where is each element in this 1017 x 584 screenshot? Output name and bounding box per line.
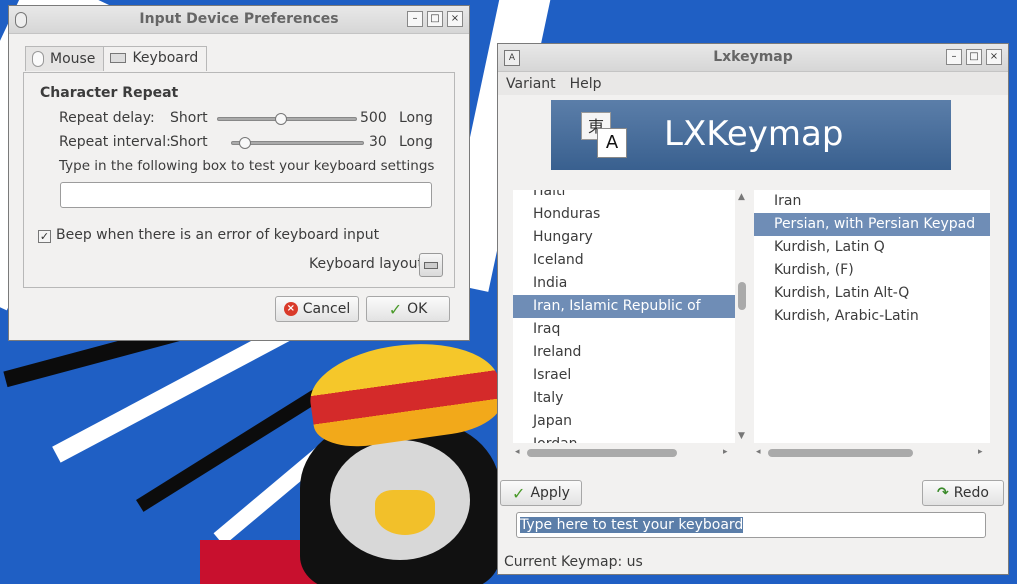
list-item[interactable]: Hungary — [513, 226, 735, 249]
cancel-button[interactable]: × Cancel — [275, 296, 359, 322]
keyboard-layout-button[interactable] — [419, 253, 443, 277]
country-list-vscrollbar[interactable]: ▲ ▼ — [735, 190, 749, 443]
apply-label: Apply — [530, 485, 570, 501]
list-item[interactable]: Persian, with Persian Keypad — [754, 213, 990, 236]
beep-label: Beep when there is an error of keyboard … — [56, 227, 380, 243]
list-item[interactable]: Iraq — [513, 318, 735, 341]
test-input-text: Type here to test your keyboard — [520, 517, 744, 533]
repeat-delay-max-label: Long — [399, 110, 433, 126]
list-item[interactable]: Kurdish, Latin Alt-Q — [754, 282, 990, 305]
redo-label: Redo — [953, 485, 989, 501]
list-item[interactable]: Ireland — [513, 341, 735, 364]
list-item[interactable]: Jordan — [513, 433, 735, 443]
cancel-label: Cancel — [302, 301, 351, 317]
keyboard-test-input[interactable] — [60, 182, 432, 208]
keyboard-layout-label: Keyboard layout — [309, 256, 423, 272]
list-item[interactable]: Italy — [513, 387, 735, 410]
menu-bar: Variant Help — [498, 72, 1008, 95]
banner-title: LXKeymap — [664, 114, 844, 154]
section-title: Character Repeat — [40, 85, 179, 101]
titlebar[interactable]: A Lxkeymap – □ × — [498, 44, 1008, 72]
list-item[interactable]: Kurdish, Arabic-Latin — [754, 305, 990, 328]
variant-list-hscrollbar[interactable]: ◂ ▸ — [754, 446, 990, 460]
cancel-icon: × — [283, 302, 298, 316]
country-list-hscrollbar[interactable]: ◂ ▸ — [513, 446, 735, 460]
minimize-button[interactable]: – — [946, 49, 962, 65]
checkmark-icon: ✓ — [388, 299, 403, 319]
list-item[interactable]: Kurdish, Latin Q — [754, 236, 990, 259]
tab-bar: Mouse Keyboard — [25, 46, 208, 71]
keyboard-icon — [110, 53, 127, 63]
repeat-interval-max-label: Long — [399, 134, 433, 150]
redo-icon: ↷ — [937, 485, 949, 501]
keyboard-icon — [424, 262, 438, 269]
list-item[interactable]: Kurdish, (F) — [754, 259, 990, 282]
maximize-button[interactable]: □ — [966, 49, 982, 65]
tab-label: Keyboard — [132, 50, 199, 66]
list-item[interactable]: Haiti — [513, 190, 735, 203]
beep-checkbox[interactable]: ✓ — [38, 230, 51, 243]
tab-label: Mouse — [50, 50, 96, 67]
slider-handle[interactable] — [239, 137, 252, 149]
ok-label: OK — [407, 301, 428, 317]
minimize-button[interactable]: – — [407, 11, 423, 27]
scroll-left-arrow[interactable]: ◂ — [515, 447, 520, 457]
redo-button[interactable]: ↷ Redo — [922, 480, 1004, 506]
country-list[interactable]: Haiti Honduras Hungary Iceland India Iran, Is… — [513, 190, 735, 443]
menu-help[interactable]: Help — [570, 76, 602, 92]
list-item[interactable]: Japan — [513, 410, 735, 433]
checkmark-icon: ✓ — [512, 483, 526, 503]
list-item[interactable]: India — [513, 272, 735, 295]
menu-variant[interactable]: Variant — [506, 76, 556, 92]
repeat-interval-value: 30 — [369, 134, 387, 150]
repeat-delay-min-label: Short — [170, 110, 208, 126]
input-device-preferences-window: Input Device Preferences – □ × Mouse Key… — [8, 5, 470, 341]
list-item[interactable]: Iran — [754, 190, 990, 213]
scroll-right-arrow[interactable]: ▸ — [978, 447, 983, 457]
close-button[interactable]: × — [986, 49, 1002, 65]
apply-button[interactable]: ✓ Apply — [500, 480, 582, 506]
window-title: Input Device Preferences — [139, 11, 339, 27]
keyboard-tab-panel: Character Repeat Repeat delay: Short 500… — [23, 72, 455, 288]
ok-button[interactable]: ✓ OK — [366, 296, 450, 322]
scroll-right-arrow[interactable]: ▸ — [723, 447, 728, 457]
scroll-thumb[interactable] — [527, 449, 677, 457]
repeat-delay-value: 500 — [360, 110, 387, 126]
list-item[interactable]: Israel — [513, 364, 735, 387]
scroll-up-arrow[interactable]: ▲ — [738, 192, 745, 202]
window-title: Lxkeymap — [713, 49, 793, 65]
keymap-logo-key: A — [597, 128, 627, 158]
scroll-down-arrow[interactable]: ▼ — [738, 431, 745, 441]
mouse-icon — [32, 50, 44, 67]
list-item[interactable]: Iran, Islamic Republic of — [513, 295, 735, 318]
variant-list[interactable]: Iran Persian, with Persian Keypad Kurdish,… — [754, 190, 990, 443]
maximize-button[interactable]: □ — [427, 11, 443, 27]
penguin-hat — [304, 332, 506, 453]
list-item[interactable]: Honduras — [513, 203, 735, 226]
scroll-thumb[interactable] — [768, 449, 913, 457]
slider-handle[interactable] — [274, 113, 287, 125]
repeat-delay-label: Repeat delay: — [59, 110, 155, 126]
repeat-interval-label: Repeat interval: — [59, 134, 171, 150]
keyboard-test-input[interactable]: Type here to test your keyboard — [516, 512, 986, 538]
close-button[interactable]: × — [447, 11, 463, 27]
repeat-interval-min-label: Short — [170, 134, 208, 150]
lxkeymap-window: A Lxkeymap – □ × Variant Help 東 A LXKeym… — [497, 43, 1009, 575]
penguin-beak — [375, 490, 435, 535]
test-prompt-label: Type in the following box to test your k… — [59, 158, 435, 174]
scroll-left-arrow[interactable]: ◂ — [756, 447, 761, 457]
list-item[interactable]: Iceland — [513, 249, 735, 272]
scroll-thumb[interactable] — [738, 282, 746, 310]
tab-keyboard[interactable]: Keyboard — [103, 46, 208, 71]
app-banner: 東 A LXKeymap — [551, 100, 951, 170]
status-bar: Current Keymap: us — [504, 554, 643, 570]
repeat-interval-slider[interactable] — [231, 137, 364, 149]
repeat-delay-slider[interactable] — [217, 113, 357, 125]
tab-mouse[interactable]: Mouse — [25, 46, 105, 71]
titlebar[interactable]: Input Device Preferences – □ × — [9, 6, 469, 34]
